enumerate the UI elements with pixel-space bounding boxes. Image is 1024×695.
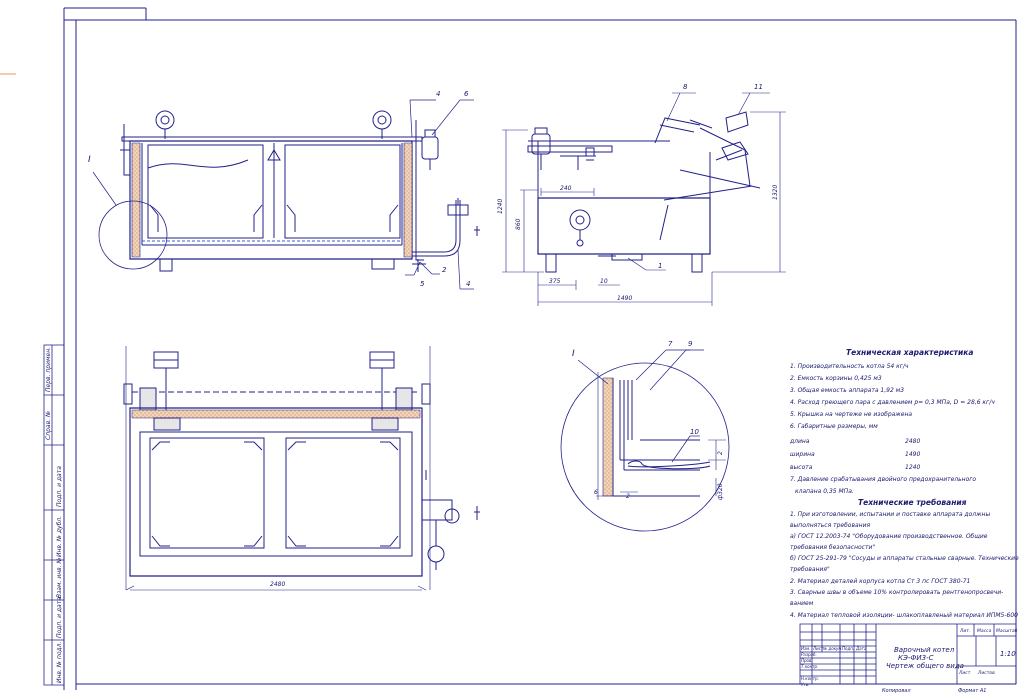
requirements-notes: Технические требования 1. При изготовлен…: [790, 498, 1019, 619]
spec-item-7b: клапана 0,35 МПа.: [795, 488, 854, 495]
callout-1: 1: [658, 262, 662, 270]
sheets-label: Листов: [977, 670, 995, 676]
spec-dim-label-height: высота: [790, 464, 813, 471]
scale-header: Масштаб: [996, 628, 1018, 634]
dim-2480: 2480: [270, 581, 285, 588]
spec-dim-label-length: длина: [789, 438, 810, 445]
stamp-podp-date-1: Подп. и дата: [56, 466, 63, 507]
detail-view: [561, 350, 729, 531]
spec-item-3: 3. Общая емкость аппарата 1,92 м3: [790, 387, 904, 394]
stamp-podp-date-2: Подп. и дата: [56, 597, 63, 638]
req-line-5: б) ГОСТ 25-291-79 "Сосуды и аппараты ста…: [790, 555, 1019, 562]
callout-7: 7: [668, 340, 673, 348]
req-line-10: 4. Материал тепловой изоляции- шлакоплав…: [790, 612, 1018, 619]
role-utv: Утв.: [801, 682, 809, 687]
dim-detail-2-bottom: 2: [626, 493, 630, 500]
drawing-sheet: Перв. примен. Справ. № Подп. и дата Инв.…: [0, 0, 1019, 694]
req-line-2: выполняться требования: [790, 522, 870, 529]
role-nkontr: Н.контр.: [801, 676, 819, 681]
callout-8: 8: [683, 83, 688, 91]
dim-860: 860: [515, 218, 522, 230]
spec-dim-label-width: ширина: [790, 451, 815, 458]
dim-detail-dia: ф320: [717, 483, 724, 500]
row-label-izm: Изм.: [801, 646, 810, 651]
mass-header: Масса: [977, 628, 992, 634]
callout-11: 11: [754, 83, 763, 91]
stamp-perv-primen: Перв. примен.: [45, 347, 52, 392]
stamp-inv-dubl: Инв. № дубл.: [56, 516, 63, 557]
dim-1490: 1490: [617, 295, 632, 302]
role-prov: Пров.: [801, 658, 813, 663]
stamp-sprav: Справ. №: [45, 411, 52, 440]
req-line-7: 2. Материал деталей корпуса котла Ст 3 п…: [790, 578, 970, 585]
callout-2: 2: [442, 266, 447, 274]
role-razrab: Разраб.: [801, 652, 817, 657]
stamp-inv-podl: Инв. № подл.: [56, 642, 63, 683]
spec-notes: Техническая характеристика 1. Производит…: [789, 348, 995, 495]
stamp-vzam-inv: Взам. инв. №: [56, 557, 63, 598]
spec-item-6: 6. Габаритные размеры, мм: [790, 423, 878, 430]
dim-10: 10: [600, 278, 608, 285]
req-line-8: 3. Сварные швы в объеме 10% контролирова…: [790, 589, 1003, 596]
row-label-podp: Подп.: [842, 646, 854, 651]
req-line-4: требования безопасности": [790, 544, 875, 551]
callout-9: 9: [688, 340, 693, 348]
drawing-title: Чертеж общего вида: [886, 662, 964, 670]
spec-item-7a: 7. Давление срабатывания двойного предох…: [790, 476, 976, 483]
row-label-doc: № докум.: [822, 646, 843, 651]
product-code: КЭ-ФИ3-С: [898, 654, 934, 662]
spec-dim-value-height: 1240: [905, 464, 920, 471]
callout-10: 10: [690, 428, 699, 436]
section-mark-detail: I: [572, 349, 575, 359]
product-name: Варочный котел: [894, 646, 955, 654]
dim-detail-2-right: 2: [717, 451, 724, 455]
dim-375: 375: [549, 278, 561, 285]
callout-5: 5: [420, 280, 425, 288]
req-line-1: 1. При изготовлении, испытании и поставк…: [790, 511, 990, 518]
dim-240: 240: [560, 185, 572, 192]
row-label-date: Дата: [855, 646, 867, 651]
req-line-9: ванием: [790, 600, 814, 607]
side-stamp-labels: Перв. примен. Справ. № Подп. и дата Инв.…: [45, 347, 63, 683]
scale-value: 1:10: [1000, 650, 1016, 658]
dim-1240: 1240: [497, 199, 504, 214]
req-line-3: а) ГОСТ 12.2003-74 "Оборудование произво…: [790, 533, 988, 540]
sheet-label: Лист: [958, 670, 971, 676]
spec-heading: Техническая характеристика: [846, 348, 973, 357]
spec-item-1: 1. Производительность котла 54 кг/ч: [790, 363, 909, 370]
callout-4-bottom: 4: [466, 280, 470, 288]
req-heading: Технические требования: [858, 498, 967, 507]
req-line-6: требования": [790, 566, 830, 573]
spec-item-2: 2. Емкость корзины 0,425 м3: [790, 375, 882, 382]
spec-item-4: 4. Расход греющего пара с давлением р= 0…: [790, 399, 995, 406]
role-tkontr: Т.контр.: [801, 664, 818, 669]
front-view-callouts: [92, 99, 474, 290]
plan-view: [124, 346, 480, 590]
format-label: Формат А1: [958, 688, 986, 694]
lit-header: Лит.: [959, 628, 970, 634]
callout-4-top: 4: [436, 90, 440, 98]
spec-dim-value-length: 2480: [905, 438, 920, 445]
callout-6: 6: [464, 90, 469, 98]
side-view-dims: [502, 93, 786, 306]
copied-label: Копировал: [882, 688, 911, 694]
dim-1320: 1320: [772, 185, 779, 200]
spec-item-5: 5. Крышка на чертеже не изображена: [790, 411, 912, 418]
dim-detail-6: 6: [594, 489, 598, 496]
section-mark-left: I: [88, 155, 91, 165]
spec-dim-value-width: 1490: [905, 451, 920, 458]
front-view: [99, 111, 480, 272]
